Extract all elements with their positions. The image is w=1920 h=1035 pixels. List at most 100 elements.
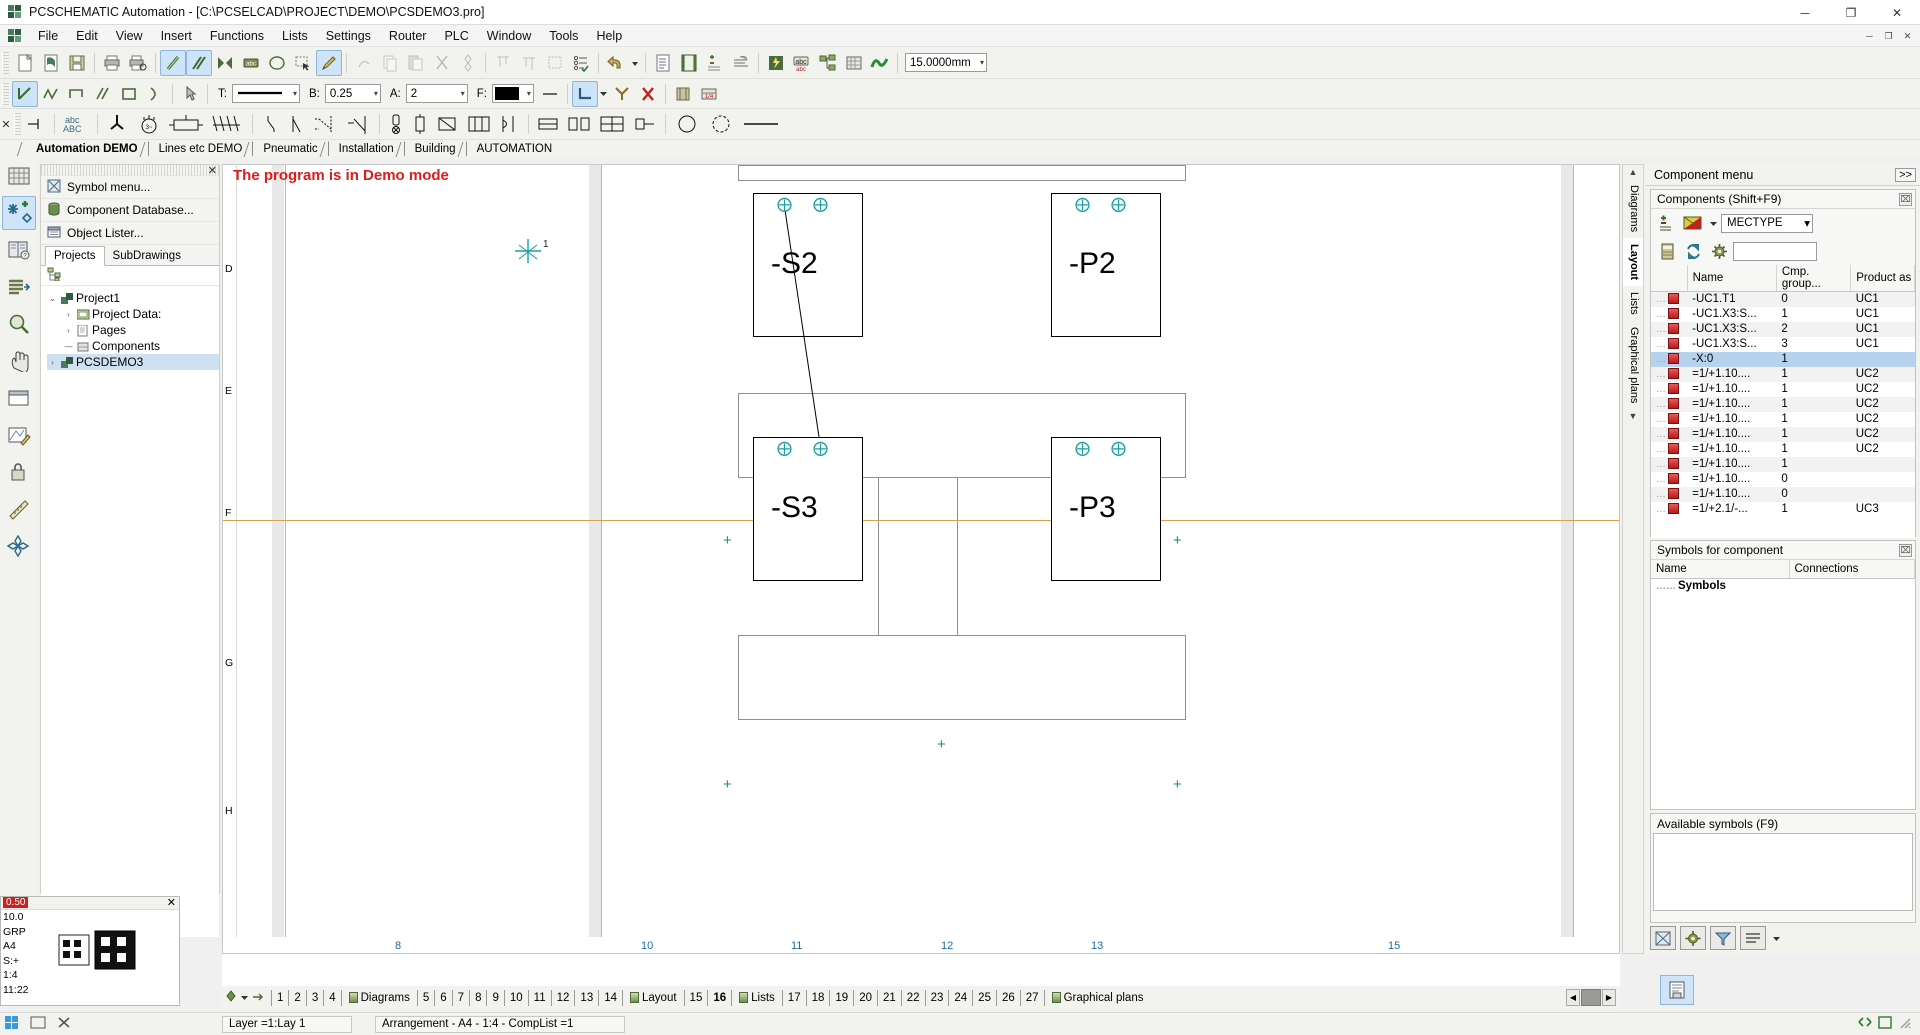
page-tab-13[interactable]: 13 <box>574 989 598 1006</box>
object-lister-rail-icon[interactable] <box>2 270 36 304</box>
structure-icon[interactable] <box>815 50 841 76</box>
toolbar-grip[interactable] <box>2 51 9 74</box>
components-table-wrap[interactable]: Name Cmp. group... Product as … -UC1.T1 0 U… <box>1651 265 1915 538</box>
page-tab-24[interactable]: 24 <box>948 989 972 1006</box>
col-icon[interactable] <box>1651 265 1688 292</box>
motor-symbol-icon[interactable]: 3~ <box>132 111 166 137</box>
page-tab-14[interactable]: 14 <box>598 989 622 1006</box>
component-list-icon[interactable] <box>1655 240 1679 262</box>
break-contact-icon[interactable] <box>283 111 309 137</box>
changeover-contact-icon[interactable] <box>309 111 343 137</box>
step-line-tool-icon[interactable] <box>64 81 90 107</box>
side-tab-scroll-down-icon[interactable]: ▼ <box>1623 409 1643 423</box>
page-tab-11[interactable]: 11 <box>527 989 551 1006</box>
status-resize-grip-icon[interactable] <box>1898 1016 1912 1032</box>
page-tab-diagrams[interactable]: Diagrams <box>340 989 417 1006</box>
left-dock-grip[interactable]: ✕ <box>41 165 219 177</box>
status-maximize-icon[interactable] <box>1858 1016 1872 1032</box>
no-contact-icon[interactable] <box>257 111 283 137</box>
undo-icon[interactable] <box>603 50 629 76</box>
table-row[interactable]: … =1/+1.10.... 1 UC2 <box>1651 442 1915 457</box>
col-symbol-connections[interactable]: Connections <box>1789 560 1915 579</box>
table-row[interactable]: … =1/+1.10.... 1 UC2 <box>1651 382 1915 397</box>
menu-view[interactable]: View <box>107 26 152 46</box>
circle-draw-icon[interactable] <box>264 50 290 76</box>
doctab-building[interactable]: Building <box>403 141 466 156</box>
page-tab-21[interactable]: 21 <box>876 989 901 1006</box>
taskbar-close-icon[interactable] <box>56 1015 72 1033</box>
add-component-icon[interactable] <box>1655 212 1679 234</box>
menu-insert[interactable]: Insert <box>152 26 201 46</box>
list-view-dropdown-icon[interactable] <box>1770 926 1782 950</box>
col-name[interactable]: Name <box>1687 265 1777 292</box>
symbol-menu-button[interactable]: Symbol menu... <box>41 176 219 199</box>
text-replace-icon[interactable]: abc abc <box>789 50 815 76</box>
windows-start-icon[interactable] <box>4 1015 20 1033</box>
menu-plc[interactable]: PLC <box>435 26 477 46</box>
menu-lists[interactable]: Lists <box>273 26 317 46</box>
table-row[interactable]: … =1/+1.10.... 0 <box>1651 472 1915 487</box>
paste-icon[interactable] <box>403 50 429 76</box>
symbol-library-icon[interactable] <box>1650 926 1676 950</box>
pan-hand-icon[interactable] <box>2 344 36 378</box>
arc-tool-icon[interactable] <box>142 81 168 107</box>
gear-icon[interactable] <box>1707 240 1731 262</box>
page-tab-10[interactable]: 10 <box>503 989 528 1006</box>
refresh-icon[interactable] <box>1681 240 1705 262</box>
settings-gear-icon[interactable] <box>1680 926 1706 950</box>
table-row[interactable]: … -UC1.T1 0 UC1 <box>1651 291 1915 307</box>
zoom-rail-icon[interactable] <box>2 307 36 341</box>
page-tab-8[interactable]: 8 <box>469 989 486 1006</box>
pointer-tool-icon[interactable] <box>177 81 203 107</box>
component-search-input[interactable] <box>1733 241 1817 261</box>
tab-subdrawings[interactable]: SubDrawings <box>105 247 189 265</box>
terminal-list-icon[interactable] <box>841 50 867 76</box>
table-row[interactable]: … =1/+1.10.... 1 UC2 <box>1651 426 1915 442</box>
page-tab-26[interactable]: 26 <box>995 989 1020 1006</box>
symbol-palette-grip[interactable] <box>14 113 21 135</box>
table-row[interactable]: …… Symbols <box>1651 578 1915 593</box>
tree-item-project1[interactable]: ⌄ Project1 <box>47 290 219 306</box>
components-group-close-icon[interactable]: ⌧ <box>1899 192 1912 206</box>
page-nav-icon[interactable] <box>224 989 238 1006</box>
page-tab-19[interactable]: 19 <box>829 989 853 1006</box>
print-icon[interactable] <box>99 50 125 76</box>
terminal-row-icon[interactable] <box>462 111 496 137</box>
side-tab-lists[interactable]: Lists <box>1623 286 1643 321</box>
line-style-icon[interactable] <box>537 81 563 107</box>
menu-functions[interactable]: Functions <box>201 26 273 46</box>
expand-panel-button[interactable]: >> <box>1895 167 1916 182</box>
connection-point-icon[interactable]: ⨁ <box>1111 195 1126 213</box>
earth-symbol-icon[interactable] <box>102 111 132 137</box>
table-row[interactable]: … -X:0 1 <box>1651 351 1915 367</box>
side-tab-graphical-plans[interactable]: Graphical plans <box>1623 321 1643 409</box>
page-tab-4[interactable]: 4 <box>323 989 340 1006</box>
drawing-canvas[interactable]: The program is in Demo mode D E F G H -S… <box>222 164 1620 954</box>
page-scroll-thumb[interactable] <box>1581 989 1601 1006</box>
preview-close-icon[interactable]: ✕ <box>167 896 176 909</box>
grid-view-icon[interactable] <box>2 159 36 193</box>
page-tab-5[interactable]: 5 <box>416 989 434 1006</box>
print-layout-button[interactable] <box>1660 975 1694 1005</box>
col-group[interactable]: Cmp. group... <box>1776 265 1852 292</box>
page-tab-18[interactable]: 18 <box>805 989 830 1006</box>
align-bottom-icon[interactable] <box>516 50 542 76</box>
connection-point-icon[interactable]: ⨁ <box>813 439 828 457</box>
doctab-pneumatic[interactable]: Pneumatic <box>252 141 327 156</box>
col-symbol-name[interactable]: Name <box>1651 560 1790 579</box>
circle-symbol-icon[interactable] <box>670 111 704 137</box>
line-width-combobox[interactable]: 0.25 ▾ <box>324 84 381 103</box>
line-type-combobox[interactable]: ▾ <box>231 84 300 103</box>
symbols-group-close-icon[interactable]: ⌧ <box>1899 543 1912 557</box>
cut-icon[interactable] <box>429 50 455 76</box>
side-tab-scroll-up-icon[interactable]: ▲ <box>1623 165 1643 179</box>
connection-point-icon[interactable]: ⨁ <box>813 195 828 213</box>
symbol-palette-close-icon[interactable]: ✕ <box>0 118 12 131</box>
pencil-draw-icon[interactable] <box>316 49 342 76</box>
page-tab-9[interactable]: 9 <box>486 989 503 1006</box>
connection-point-icon[interactable]: ⨁ <box>1075 439 1090 457</box>
table-row[interactable]: … =1/+1.10.... 1 UC2 <box>1651 396 1915 412</box>
menu-router[interactable]: Router <box>380 26 436 46</box>
menu-help[interactable]: Help <box>587 26 631 46</box>
expander-icon[interactable]: › <box>63 310 74 319</box>
